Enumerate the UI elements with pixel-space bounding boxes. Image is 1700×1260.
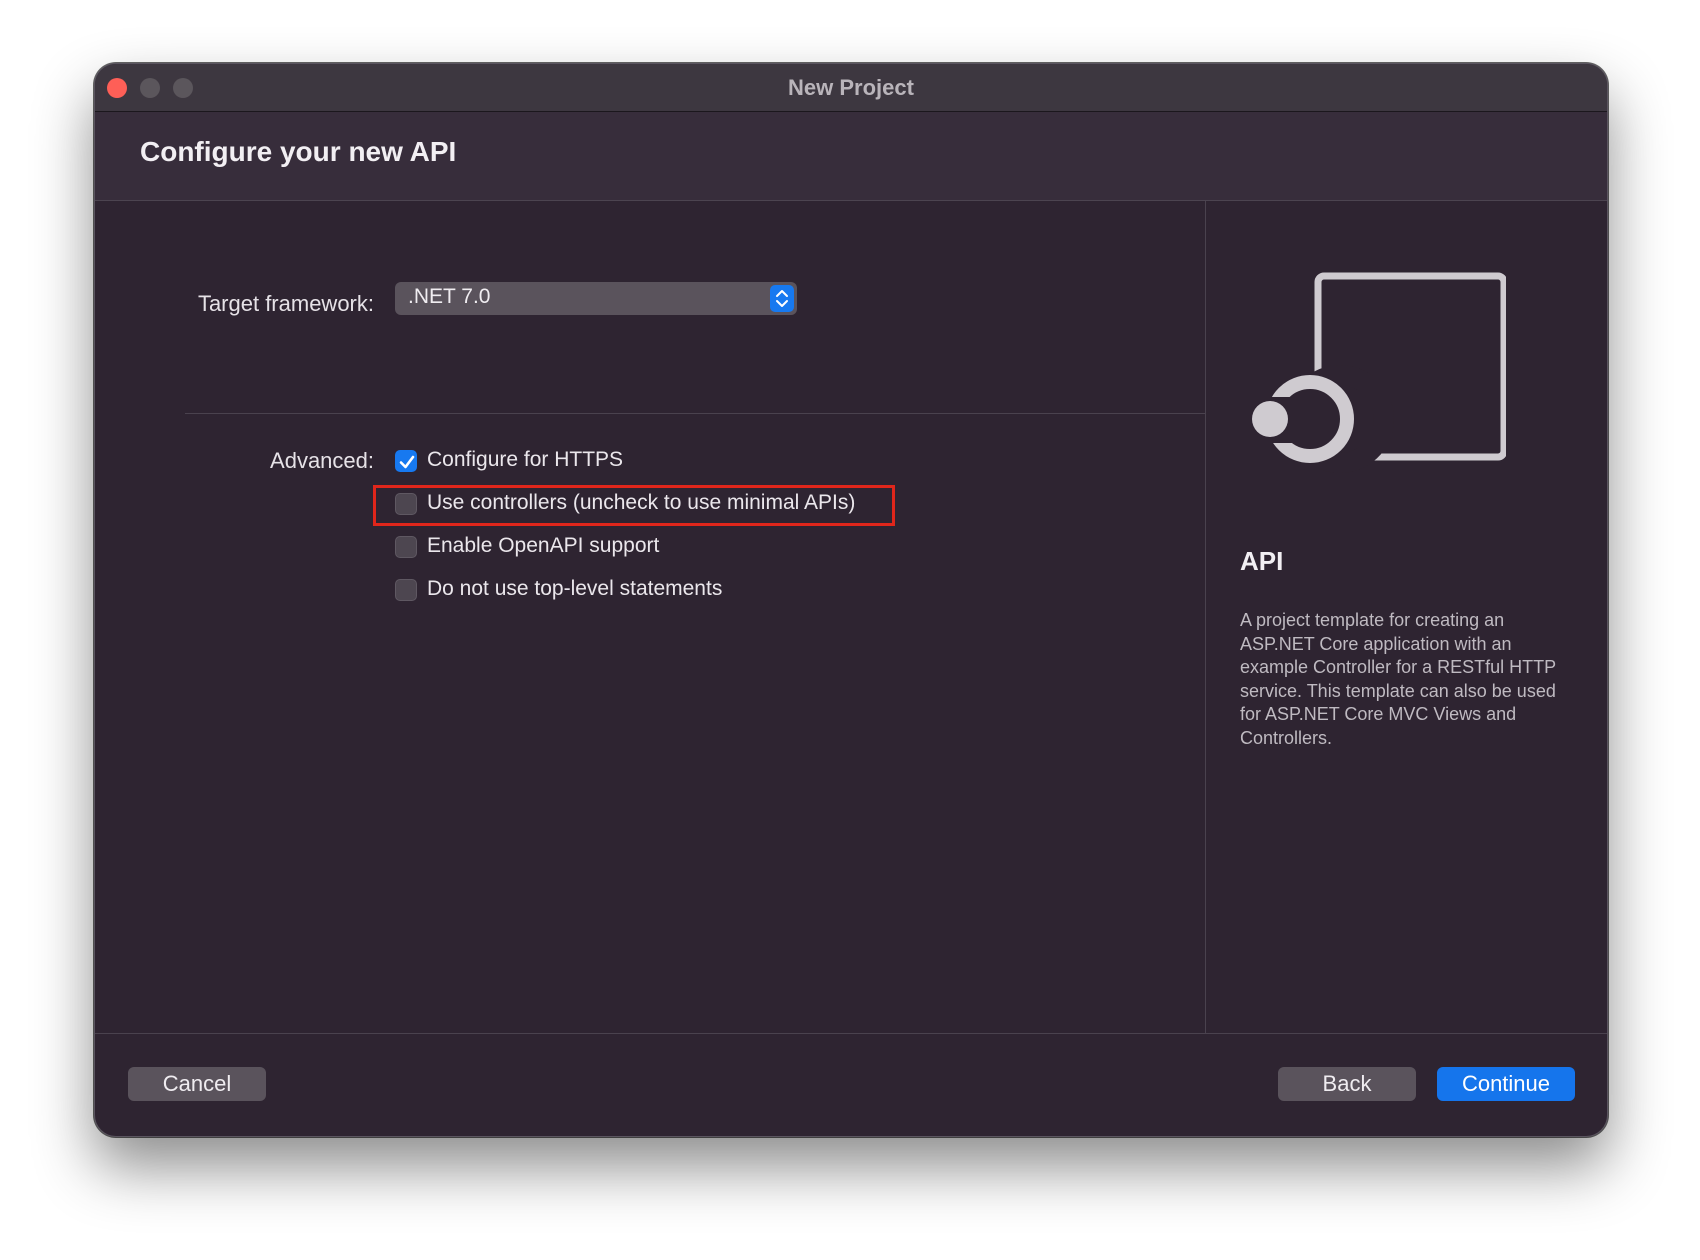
window-title: New Project <box>788 75 914 100</box>
template-info-pane: API A project template for creating an A… <box>1205 201 1607 1033</box>
target-framework-label: Target framework: <box>197 291 374 316</box>
continue-button[interactable]: Continue <box>1437 1067 1575 1101</box>
dialog-header: Configure your new API <box>95 112 1607 201</box>
configure-https-label: Configure for HTTPS <box>427 448 624 471</box>
enable-openapi-label: Enable OpenAPI support <box>427 534 660 557</box>
chevron-up-down-icon <box>770 285 794 312</box>
dialog-footer: Cancel Back Continue <box>95 1033 1607 1136</box>
template-description: A project template for creating an ASP.N… <box>1240 610 1556 748</box>
highlight-box <box>373 485 895 526</box>
configuration-pane: Target framework: .NET 7.0 Advanced: Con… <box>95 201 1205 1033</box>
advanced-label: Advanced: <box>270 448 374 473</box>
enable-openapi-checkbox[interactable] <box>395 536 417 558</box>
titlebar: New Project <box>95 64 1607 112</box>
back-button[interactable]: Back <box>1278 1067 1416 1101</box>
top-level-statements-checkbox[interactable] <box>395 579 417 601</box>
checkmark-icon <box>399 455 415 469</box>
top-level-statements-label: Do not use top-level statements <box>427 577 723 600</box>
section-divider <box>185 413 1205 414</box>
target-framework-select[interactable]: .NET 7.0 <box>395 282 797 315</box>
cancel-button[interactable]: Cancel <box>128 1067 266 1101</box>
page-title: Configure your new API <box>140 136 457 167</box>
target-framework-value: .NET 7.0 <box>408 285 491 308</box>
template-title: API <box>1240 546 1284 576</box>
configure-https-checkbox[interactable] <box>395 450 417 472</box>
api-template-icon <box>1246 271 1508 486</box>
new-project-dialog: New Project Configure your new API Targe… <box>94 63 1608 1137</box>
